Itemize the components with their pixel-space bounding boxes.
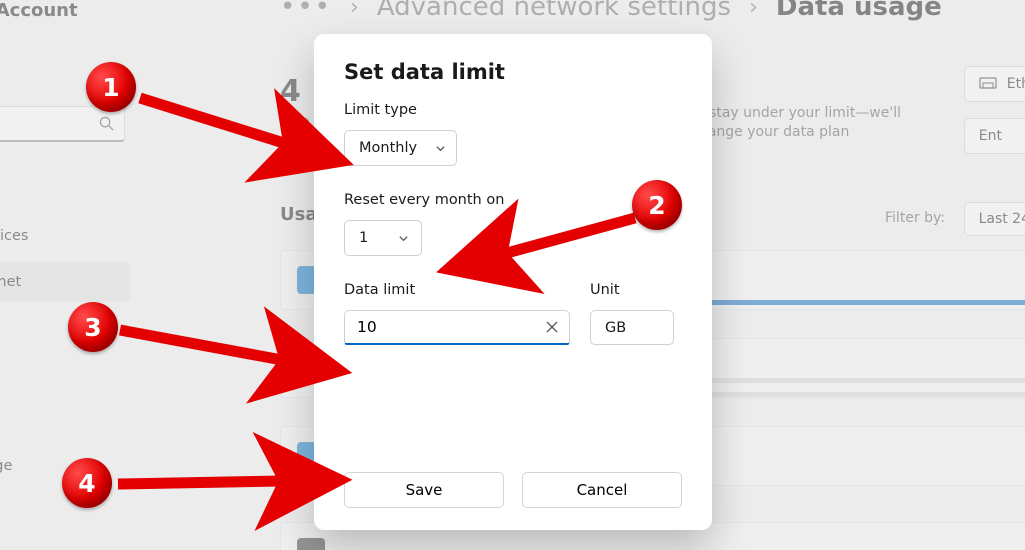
chevron-down-icon <box>398 233 409 244</box>
chevron-down-icon <box>435 143 446 154</box>
usage-bar-fill <box>710 300 1025 305</box>
limit-type-dropdown[interactable]: Monthly <box>344 130 457 166</box>
save-button[interactable]: Save <box>344 472 504 508</box>
data-range-text: Fron <box>280 114 310 130</box>
reset-day-value: 1 <box>359 230 368 246</box>
usage-bar-small <box>710 392 1025 397</box>
breadcrumb: ••• › Advanced network settings › Data u… <box>280 0 942 22</box>
reset-day-label: Reset every month on <box>344 192 682 208</box>
chevron-right-icon: › <box>350 0 359 20</box>
reset-day-dropdown[interactable]: 1 <box>344 220 422 256</box>
cancel-button[interactable]: Cancel <box>522 472 682 508</box>
search-input[interactable]: g <box>0 106 125 142</box>
filter-dropdown[interactable]: Last 24 <box>964 202 1025 236</box>
sidebar: DAGUtilityAccount cal Account g oth & de… <box>0 0 240 550</box>
enter-limit-button[interactable]: Ent <box>964 118 1025 154</box>
sidebar-item-label: rk & internet <box>0 274 21 290</box>
filter-by-label: Filter by: <box>885 210 945 226</box>
dialog-title: Set data limit <box>344 60 682 84</box>
sidebar-item-accounts[interactable]: ts <box>0 400 130 440</box>
unit-dropdown[interactable]: GB <box>590 310 674 345</box>
clear-input-icon[interactable] <box>544 319 560 335</box>
enter-limit-button-label: Ent <box>979 128 1002 144</box>
set-data-limit-dialog: Set data limit Limit type Monthly Reset … <box>314 34 712 530</box>
chevron-right-icon: › <box>749 0 758 20</box>
nav: oth & devices rk & internet alization ts… <box>0 170 130 486</box>
breadcrumb-seg-data-usage: Data usage <box>776 0 942 22</box>
sidebar-item-time-language[interactable]: & language <box>0 446 130 486</box>
sidebar-item-label: & language <box>0 458 12 474</box>
ethernet-button[interactable]: Eth <box>964 66 1025 102</box>
limit-type-label: Limit type <box>344 102 682 118</box>
data-limit-input[interactable] <box>344 310 570 345</box>
app-icon <box>297 538 325 550</box>
filter-value: Last 24 <box>979 211 1025 227</box>
search-icon <box>99 116 114 131</box>
sidebar-item-4[interactable] <box>0 354 130 394</box>
account-name: DAGUtilityAccount <box>0 0 78 21</box>
data-limit-label: Data limit <box>344 282 570 298</box>
unit-label: Unit <box>590 282 674 298</box>
ethernet-button-label: Eth <box>1007 76 1025 92</box>
sidebar-item-0[interactable] <box>0 170 130 210</box>
limit-type-value: Monthly <box>359 140 417 156</box>
breadcrumb-more-icon[interactable]: ••• <box>280 0 332 22</box>
usage-bar-small <box>710 378 1025 383</box>
breadcrumb-seg-advanced[interactable]: Advanced network settings <box>377 0 731 22</box>
ethernet-icon <box>979 77 997 91</box>
right-buttons: Eth Ent <box>964 66 1025 154</box>
sidebar-item-label: oth & devices <box>0 228 28 244</box>
data-range: Fron <box>280 114 310 130</box>
sidebar-item-bluetooth[interactable]: oth & devices <box>0 216 130 256</box>
sidebar-item-network[interactable]: rk & internet <box>0 262 130 302</box>
sidebar-item-personalization[interactable]: alization <box>0 308 130 348</box>
unit-value: GB <box>605 320 626 336</box>
